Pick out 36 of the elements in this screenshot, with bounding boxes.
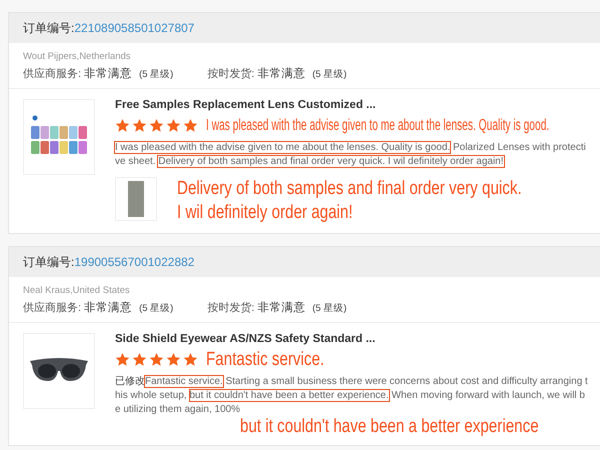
review-text: I was pleased with the advise given to me about the lenses. Quality is good. Polarized Lenses with protective sheet. Delivery of both samples and final order very quick. I wil definitely order again!: [115, 141, 587, 169]
order-label: 订单编号:: [23, 254, 74, 270]
star-icon: [132, 118, 147, 132]
rating-grade: (5 星级): [139, 68, 174, 81]
rating-label: 供应商服务:: [23, 300, 82, 315]
star-icon: [183, 352, 198, 366]
star-icon: [132, 352, 147, 366]
product-title[interactable]: Free Samples Replacement Lens Customized ...: [115, 99, 376, 111]
order-label: 订单编号:: [23, 20, 74, 36]
buyer-name: Wout Pijpers,Netherlands: [23, 51, 132, 62]
rating-value: 非常满意: [257, 300, 306, 315]
rating-grade: (5 星级): [312, 302, 347, 315]
rating-grade: (5 星级): [139, 302, 174, 315]
star-icon: [115, 118, 130, 132]
rating-value: 非常满意: [84, 66, 132, 81]
annotation-text: I was pleased with the advise given to me about the lenses. Quality is good.: [206, 116, 550, 136]
product-image[interactable]: [23, 333, 95, 409]
annotation-text: Fantastic service.: [206, 348, 324, 372]
star-icon: [166, 118, 181, 132]
rating-label: 供应商服务:: [23, 66, 82, 81]
rating-label: 按时发货:: [207, 301, 254, 315]
star-icon: [183, 118, 198, 132]
rating-label: 按时发货:: [207, 67, 254, 81]
product-title[interactable]: Side Shield Eyewear AS/NZS Safety Standard ...: [115, 333, 376, 345]
annotation-text: Delivery of both samples and final order very quick. I wil definitely order again!: [177, 177, 522, 225]
star-icon: [149, 118, 164, 132]
annotation-text: but it couldn't have been a better experience: [240, 415, 539, 439]
rating-grade: (5 星级): [312, 68, 347, 81]
buyer-name: Neal Kraus,United States: [23, 285, 131, 296]
rating-value: 非常满意: [84, 300, 132, 315]
rating-value: 非常满意: [257, 66, 306, 81]
review-text: 已修改Fantastic service. Starting a small business there were concerns about cost and difficulty arranging this whole setup, but it couldn't have been a better experience. When moving forward with launch, we will be utilizing them again, 100%: [115, 375, 588, 417]
star-icon: [115, 352, 130, 366]
review-photo[interactable]: [115, 177, 157, 221]
star-icon: [149, 352, 164, 366]
star-icon: [166, 352, 181, 366]
